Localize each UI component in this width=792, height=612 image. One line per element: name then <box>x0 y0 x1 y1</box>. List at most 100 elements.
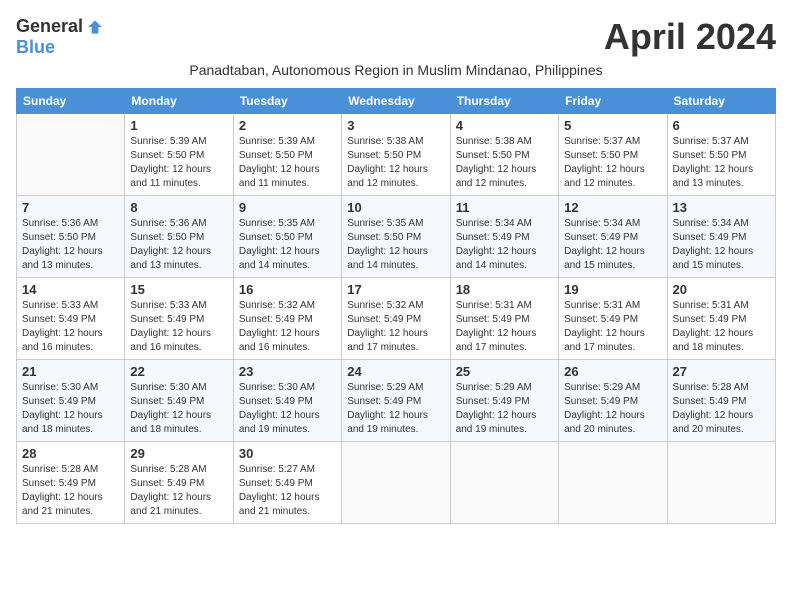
calendar-cell: 25Sunrise: 5:29 AMSunset: 5:49 PMDayligh… <box>450 360 558 442</box>
day-number: 9 <box>239 200 336 215</box>
calendar-week-4: 21 Sunrise: 5:30 AMSunset: 5:49 PMDayligh… <box>17 360 776 442</box>
calendar-cell: 13 Sunrise: 5:34 AMSunset: 5:49 PMDayligh… <box>667 196 775 278</box>
calendar-cell: 7 Sunrise: 5:36 AMSunset: 5:50 PMDaylight… <box>17 196 125 278</box>
day-number: 6 <box>673 118 770 133</box>
day-info: Sunrise: 5:31 AMSunset: 5:49 PMDaylight:… <box>456 299 553 355</box>
calendar-cell: 11 Sunrise: 5:34 AMSunset: 5:49 PMDayligh… <box>450 196 558 278</box>
day-number: 23 <box>239 364 336 379</box>
day-number: 18 <box>456 282 553 297</box>
calendar-cell: 14 Sunrise: 5:33 AMSunset: 5:49 PMDayligh… <box>17 278 125 360</box>
day-number: 29 <box>130 446 227 461</box>
day-info: Sunrise: 5:34 AMSunset: 5:49 PMDaylight:… <box>564 217 661 273</box>
day-number: 28 <box>22 446 119 461</box>
weekday-header-friday: Friday <box>559 89 667 114</box>
calendar-cell: 8 Sunrise: 5:36 AMSunset: 5:50 PMDaylight… <box>125 196 233 278</box>
day-number: 17 <box>347 282 444 297</box>
weekday-header-thursday: Thursday <box>450 89 558 114</box>
calendar-cell: 3 Sunrise: 5:38 AMSunset: 5:50 PMDaylight… <box>342 114 450 196</box>
calendar-cell: 2 Sunrise: 5:39 AMSunset: 5:50 PMDaylight… <box>233 114 341 196</box>
calendar-cell: 24 Sunrise: 5:29 AMSunset: 5:49 PMDayligh… <box>342 360 450 442</box>
day-info: Sunrise: 5:30 AMSunset: 5:49 PMDaylight:… <box>22 381 119 437</box>
calendar-week-1: 1 Sunrise: 5:39 AMSunset: 5:50 PMDaylight… <box>17 114 776 196</box>
weekday-header-wednesday: Wednesday <box>342 89 450 114</box>
calendar-cell: 16 Sunrise: 5:32 AMSunset: 5:49 PMDayligh… <box>233 278 341 360</box>
calendar-cell: 23 Sunrise: 5:30 AMSunset: 5:49 PMDayligh… <box>233 360 341 442</box>
day-info: Sunrise: 5:38 AMSunset: 5:50 PMDaylight:… <box>347 135 444 191</box>
logo: General Blue <box>16 16 105 58</box>
calendar-cell: 30Sunrise: 5:27 AMSunset: 5:49 PMDayligh… <box>233 442 341 524</box>
day-info: Sunrise: 5:32 AMSunset: 5:49 PMDaylight:… <box>347 299 444 355</box>
day-info: Sunrise: 5:38 AMSunset: 5:50 PMDaylight:… <box>456 135 553 191</box>
calendar-week-3: 14 Sunrise: 5:33 AMSunset: 5:49 PMDayligh… <box>17 278 776 360</box>
day-info: Sunrise: 5:29 AMSunset: 5:49 PMDaylight:… <box>347 381 444 437</box>
day-number: 1 <box>130 118 227 133</box>
day-info: Sunrise: 5:35 AMSunset: 5:50 PMDaylight:… <box>347 217 444 273</box>
day-number: 24 <box>347 364 444 379</box>
calendar-cell: 26 Sunrise: 5:29 AMSunset: 5:49 PMDayligh… <box>559 360 667 442</box>
calendar-cell: 28 Sunrise: 5:28 AMSunset: 5:49 PMDayligh… <box>17 442 125 524</box>
calendar-cell: 21 Sunrise: 5:30 AMSunset: 5:49 PMDayligh… <box>17 360 125 442</box>
day-number: 16 <box>239 282 336 297</box>
weekday-header-saturday: Saturday <box>667 89 775 114</box>
calendar-cell: 17 Sunrise: 5:32 AMSunset: 5:49 PMDayligh… <box>342 278 450 360</box>
calendar-cell: 1 Sunrise: 5:39 AMSunset: 5:50 PMDaylight… <box>125 114 233 196</box>
day-info: Sunrise: 5:34 AMSunset: 5:49 PMDaylight:… <box>673 217 770 273</box>
day-number: 22 <box>130 364 227 379</box>
logo-general: General <box>16 16 83 37</box>
day-number: 12 <box>564 200 661 215</box>
calendar-cell <box>559 442 667 524</box>
day-info: Sunrise: 5:35 AMSunset: 5:50 PMDaylight:… <box>239 217 336 273</box>
weekday-header-sunday: Sunday <box>17 89 125 114</box>
calendar-cell <box>17 114 125 196</box>
day-info: Sunrise: 5:39 AMSunset: 5:50 PMDaylight:… <box>239 135 336 191</box>
day-number: 30 <box>239 446 336 461</box>
day-info: Sunrise: 5:36 AMSunset: 5:50 PMDaylight:… <box>22 217 119 273</box>
day-number: 10 <box>347 200 444 215</box>
day-number: 14 <box>22 282 119 297</box>
calendar-cell: 6 Sunrise: 5:37 AMSunset: 5:50 PMDaylight… <box>667 114 775 196</box>
day-number: 25 <box>456 364 553 379</box>
calendar-cell <box>342 442 450 524</box>
calendar-cell: 18 Sunrise: 5:31 AMSunset: 5:49 PMDayligh… <box>450 278 558 360</box>
day-info: Sunrise: 5:30 AMSunset: 5:49 PMDaylight:… <box>130 381 227 437</box>
calendar-cell <box>450 442 558 524</box>
day-info: Sunrise: 5:37 AMSunset: 5:50 PMDaylight:… <box>564 135 661 191</box>
calendar-cell: 22 Sunrise: 5:30 AMSunset: 5:49 PMDayligh… <box>125 360 233 442</box>
day-number: 15 <box>130 282 227 297</box>
day-number: 26 <box>564 364 661 379</box>
weekday-header-row: SundayMondayTuesdayWednesdayThursdayFrid… <box>17 89 776 114</box>
day-number: 11 <box>456 200 553 215</box>
day-info: Sunrise: 5:32 AMSunset: 5:49 PMDaylight:… <box>239 299 336 355</box>
day-info: Sunrise: 5:36 AMSunset: 5:50 PMDaylight:… <box>130 217 227 273</box>
calendar-cell: 29 Sunrise: 5:28 AMSunset: 5:49 PMDayligh… <box>125 442 233 524</box>
day-info: Sunrise: 5:31 AMSunset: 5:49 PMDaylight:… <box>673 299 770 355</box>
calendar-cell: 9 Sunrise: 5:35 AMSunset: 5:50 PMDaylight… <box>233 196 341 278</box>
logo-icon <box>85 17 105 37</box>
day-info: Sunrise: 5:33 AMSunset: 5:49 PMDaylight:… <box>130 299 227 355</box>
calendar-table: SundayMondayTuesdayWednesdayThursdayFrid… <box>16 88 776 524</box>
day-info: Sunrise: 5:30 AMSunset: 5:49 PMDaylight:… <box>239 381 336 437</box>
day-number: 4 <box>456 118 553 133</box>
calendar-cell: 5 Sunrise: 5:37 AMSunset: 5:50 PMDaylight… <box>559 114 667 196</box>
day-info: Sunrise: 5:28 AMSunset: 5:49 PMDaylight:… <box>22 463 119 519</box>
logo-blue: Blue <box>16 37 55 58</box>
day-number: 27 <box>673 364 770 379</box>
day-number: 7 <box>22 200 119 215</box>
day-number: 13 <box>673 200 770 215</box>
day-info: Sunrise: 5:33 AMSunset: 5:49 PMDaylight:… <box>22 299 119 355</box>
weekday-header-monday: Monday <box>125 89 233 114</box>
day-info: Sunrise: 5:31 AMSunset: 5:49 PMDaylight:… <box>564 299 661 355</box>
calendar-cell: 10 Sunrise: 5:35 AMSunset: 5:50 PMDayligh… <box>342 196 450 278</box>
day-info: Sunrise: 5:39 AMSunset: 5:50 PMDaylight:… <box>130 135 227 191</box>
day-info: Sunrise: 5:37 AMSunset: 5:50 PMDaylight:… <box>673 135 770 191</box>
day-number: 19 <box>564 282 661 297</box>
day-number: 2 <box>239 118 336 133</box>
day-number: 3 <box>347 118 444 133</box>
day-info: Sunrise: 5:29 AMSunset: 5:49 PMDaylight:… <box>564 381 661 437</box>
day-info: Sunrise: 5:28 AMSunset: 5:49 PMDaylight:… <box>130 463 227 519</box>
day-number: 21 <box>22 364 119 379</box>
day-number: 8 <box>130 200 227 215</box>
day-number: 5 <box>564 118 661 133</box>
day-info: Sunrise: 5:34 AMSunset: 5:49 PMDaylight:… <box>456 217 553 273</box>
calendar-cell: 12 Sunrise: 5:34 AMSunset: 5:49 PMDayligh… <box>559 196 667 278</box>
